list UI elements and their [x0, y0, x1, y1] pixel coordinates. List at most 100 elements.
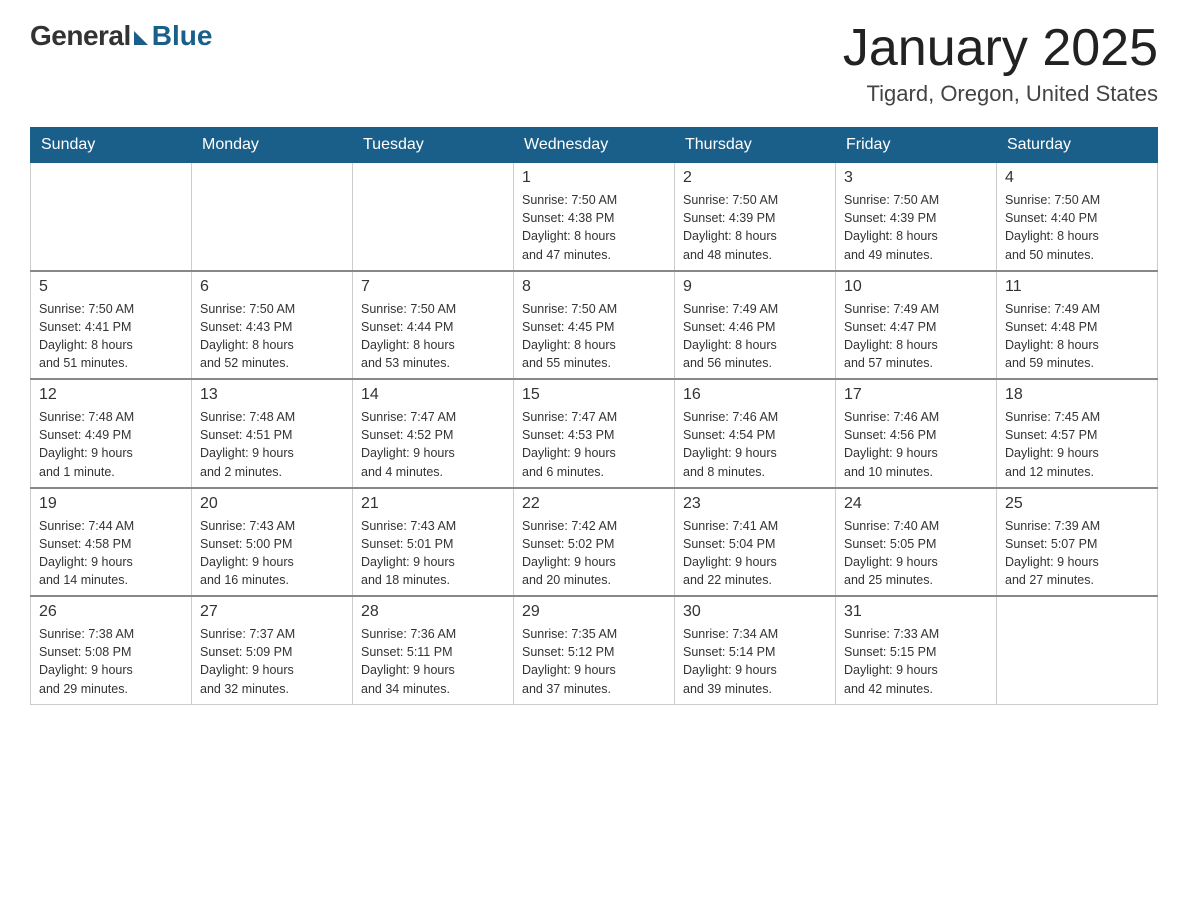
day-number: 15 — [522, 386, 666, 404]
calendar-cell: 30 Sunrise: 7:34 AMSunset: 5:14 PMDayligh… — [675, 596, 836, 704]
day-info: Sunrise: 7:40 AMSunset: 5:05 PMDaylight:… — [844, 517, 988, 590]
day-number: 8 — [522, 278, 666, 296]
col-friday: Friday — [836, 128, 997, 163]
calendar-cell — [192, 163, 353, 271]
day-number: 11 — [1005, 278, 1149, 296]
day-number: 3 — [844, 169, 988, 187]
calendar-week-row: 12 Sunrise: 7:48 AMSunset: 4:49 PMDayligh… — [31, 379, 1158, 488]
day-number: 2 — [683, 169, 827, 187]
day-info: Sunrise: 7:50 AMSunset: 4:40 PMDaylight:… — [1005, 191, 1149, 264]
page-header: General Blue January 2025 Tigard, Oregon… — [30, 20, 1158, 107]
day-info: Sunrise: 7:44 AMSunset: 4:58 PMDaylight:… — [39, 517, 183, 590]
day-info: Sunrise: 7:39 AMSunset: 5:07 PMDaylight:… — [1005, 517, 1149, 590]
day-info: Sunrise: 7:33 AMSunset: 5:15 PMDaylight:… — [844, 625, 988, 698]
day-info: Sunrise: 7:50 AMSunset: 4:39 PMDaylight:… — [844, 191, 988, 264]
day-info: Sunrise: 7:48 AMSunset: 4:51 PMDaylight:… — [200, 408, 344, 481]
day-info: Sunrise: 7:46 AMSunset: 4:54 PMDaylight:… — [683, 408, 827, 481]
calendar-cell: 24 Sunrise: 7:40 AMSunset: 5:05 PMDayligh… — [836, 488, 997, 597]
day-number: 5 — [39, 278, 183, 296]
calendar-cell: 5 Sunrise: 7:50 AMSunset: 4:41 PMDaylight… — [31, 271, 192, 380]
calendar-cell: 2Sunrise: 7:50 AMSunset: 4:39 PMDaylight… — [675, 163, 836, 271]
calendar-cell: 4 Sunrise: 7:50 AMSunset: 4:40 PMDaylight… — [997, 163, 1158, 271]
calendar-cell: 3 Sunrise: 7:50 AMSunset: 4:39 PMDaylight… — [836, 163, 997, 271]
calendar-cell — [997, 596, 1158, 704]
calendar-cell: 23 Sunrise: 7:41 AMSunset: 5:04 PMDayligh… — [675, 488, 836, 597]
calendar-cell: 20Sunrise: 7:43 AMSunset: 5:00 PMDayligh… — [192, 488, 353, 597]
day-info: Sunrise: 7:49 AMSunset: 4:47 PMDaylight:… — [844, 300, 988, 373]
day-number: 10 — [844, 278, 988, 296]
col-wednesday: Wednesday — [514, 128, 675, 163]
day-number: 24 — [844, 495, 988, 513]
day-number: 4 — [1005, 169, 1149, 187]
day-info: Sunrise: 7:35 AMSunset: 5:12 PMDaylight:… — [522, 625, 666, 698]
calendar-week-row: 5 Sunrise: 7:50 AMSunset: 4:41 PMDaylight… — [31, 271, 1158, 380]
day-info: Sunrise: 7:50 AMSunset: 4:43 PMDaylight:… — [200, 300, 344, 373]
day-number: 21 — [361, 495, 505, 513]
day-info: Sunrise: 7:36 AMSunset: 5:11 PMDaylight:… — [361, 625, 505, 698]
day-number: 30 — [683, 603, 827, 621]
day-info: Sunrise: 7:49 AMSunset: 4:48 PMDaylight:… — [1005, 300, 1149, 373]
day-info: Sunrise: 7:41 AMSunset: 5:04 PMDaylight:… — [683, 517, 827, 590]
day-info: Sunrise: 7:47 AMSunset: 4:52 PMDaylight:… — [361, 408, 505, 481]
logo-general-text: General — [30, 20, 131, 52]
col-sunday: Sunday — [31, 128, 192, 163]
day-info: Sunrise: 7:50 AMSunset: 4:41 PMDaylight:… — [39, 300, 183, 373]
calendar-cell: 1Sunrise: 7:50 AMSunset: 4:38 PMDaylight… — [514, 163, 675, 271]
day-info: Sunrise: 7:50 AMSunset: 4:45 PMDaylight:… — [522, 300, 666, 373]
day-number: 6 — [200, 278, 344, 296]
calendar-header-row: Sunday Monday Tuesday Wednesday Thursday… — [31, 128, 1158, 163]
calendar-cell — [353, 163, 514, 271]
day-number: 25 — [1005, 495, 1149, 513]
calendar-cell: 25 Sunrise: 7:39 AMSunset: 5:07 PMDayligh… — [997, 488, 1158, 597]
calendar-cell: 19 Sunrise: 7:44 AMSunset: 4:58 PMDayligh… — [31, 488, 192, 597]
day-number: 26 — [39, 603, 183, 621]
day-number: 23 — [683, 495, 827, 513]
day-number: 20 — [200, 495, 344, 513]
logo: General Blue — [30, 20, 212, 52]
calendar-cell: 7Sunrise: 7:50 AMSunset: 4:44 PMDaylight… — [353, 271, 514, 380]
col-thursday: Thursday — [675, 128, 836, 163]
calendar-cell — [31, 163, 192, 271]
col-saturday: Saturday — [997, 128, 1158, 163]
day-info: Sunrise: 7:47 AMSunset: 4:53 PMDaylight:… — [522, 408, 666, 481]
day-info: Sunrise: 7:49 AMSunset: 4:46 PMDaylight:… — [683, 300, 827, 373]
calendar-cell: 28 Sunrise: 7:36 AMSunset: 5:11 PMDayligh… — [353, 596, 514, 704]
calendar-cell: 29Sunrise: 7:35 AMSunset: 5:12 PMDayligh… — [514, 596, 675, 704]
day-info: Sunrise: 7:45 AMSunset: 4:57 PMDaylight:… — [1005, 408, 1149, 481]
location-text: Tigard, Oregon, United States — [843, 81, 1158, 107]
month-title: January 2025 — [843, 20, 1158, 77]
day-number: 1 — [522, 169, 666, 187]
calendar-week-row: 26 Sunrise: 7:38 AMSunset: 5:08 PMDayligh… — [31, 596, 1158, 704]
day-number: 12 — [39, 386, 183, 404]
calendar-cell: 15 Sunrise: 7:47 AMSunset: 4:53 PMDayligh… — [514, 379, 675, 488]
calendar-cell: 21 Sunrise: 7:43 AMSunset: 5:01 PMDayligh… — [353, 488, 514, 597]
day-number: 27 — [200, 603, 344, 621]
calendar-week-row: 1Sunrise: 7:50 AMSunset: 4:38 PMDaylight… — [31, 163, 1158, 271]
calendar-cell: 27Sunrise: 7:37 AMSunset: 5:09 PMDayligh… — [192, 596, 353, 704]
day-info: Sunrise: 7:38 AMSunset: 5:08 PMDaylight:… — [39, 625, 183, 698]
calendar-week-row: 19 Sunrise: 7:44 AMSunset: 4:58 PMDayligh… — [31, 488, 1158, 597]
day-number: 19 — [39, 495, 183, 513]
day-info: Sunrise: 7:34 AMSunset: 5:14 PMDaylight:… — [683, 625, 827, 698]
col-monday: Monday — [192, 128, 353, 163]
calendar-cell: 6 Sunrise: 7:50 AMSunset: 4:43 PMDaylight… — [192, 271, 353, 380]
calendar-cell: 26 Sunrise: 7:38 AMSunset: 5:08 PMDayligh… — [31, 596, 192, 704]
day-number: 16 — [683, 386, 827, 404]
day-info: Sunrise: 7:46 AMSunset: 4:56 PMDaylight:… — [844, 408, 988, 481]
calendar-cell: 16 Sunrise: 7:46 AMSunset: 4:54 PMDayligh… — [675, 379, 836, 488]
calendar-cell: 9Sunrise: 7:49 AMSunset: 4:46 PMDaylight… — [675, 271, 836, 380]
calendar-cell: 8 Sunrise: 7:50 AMSunset: 4:45 PMDaylight… — [514, 271, 675, 380]
day-number: 22 — [522, 495, 666, 513]
day-info: Sunrise: 7:43 AMSunset: 5:01 PMDaylight:… — [361, 517, 505, 590]
calendar-cell: 14 Sunrise: 7:47 AMSunset: 4:52 PMDayligh… — [353, 379, 514, 488]
day-number: 18 — [1005, 386, 1149, 404]
calendar-cell: 11 Sunrise: 7:49 AMSunset: 4:48 PMDayligh… — [997, 271, 1158, 380]
day-number: 14 — [361, 386, 505, 404]
day-info: Sunrise: 7:48 AMSunset: 4:49 PMDaylight:… — [39, 408, 183, 481]
day-number: 28 — [361, 603, 505, 621]
calendar-cell: 17 Sunrise: 7:46 AMSunset: 4:56 PMDayligh… — [836, 379, 997, 488]
calendar-table: Sunday Monday Tuesday Wednesday Thursday… — [30, 127, 1158, 705]
calendar-cell: 31Sunrise: 7:33 AMSunset: 5:15 PMDayligh… — [836, 596, 997, 704]
calendar-cell: 12 Sunrise: 7:48 AMSunset: 4:49 PMDayligh… — [31, 379, 192, 488]
day-number: 17 — [844, 386, 988, 404]
